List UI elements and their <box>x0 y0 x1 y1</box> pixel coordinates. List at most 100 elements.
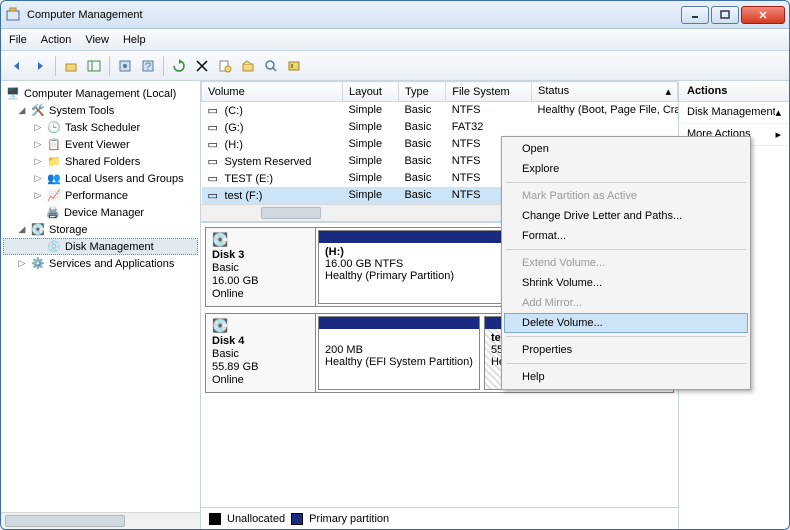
chevron-right-icon: ▸ <box>775 128 781 141</box>
tree-system-tools[interactable]: ◢🛠️System Tools <box>3 102 198 119</box>
tree-device-manager[interactable]: 🖨️Device Manager <box>3 204 198 221</box>
tree-local-users[interactable]: ▷👥Local Users and Groups <box>3 170 198 187</box>
menu-open[interactable]: Open <box>504 139 748 159</box>
expand-icon[interactable]: ▷ <box>33 156 43 167</box>
volume-icon: ▭ <box>208 138 222 151</box>
nav-tree[interactable]: 🖥️Computer Management (Local) ◢🛠️System … <box>1 81 201 529</box>
tree-event-viewer[interactable]: ▷📋Event Viewer <box>3 136 198 153</box>
app-window: Computer Management File Action View Hel… <box>0 0 790 530</box>
collapse-icon[interactable]: ◢ <box>17 224 27 235</box>
sort-icon: ▴ <box>665 85 671 98</box>
legend: Unallocated Primary partition <box>201 507 678 529</box>
expand-icon[interactable]: ▷ <box>33 122 43 133</box>
tree-services[interactable]: ▷⚙️Services and Applications <box>3 255 198 272</box>
disk-icon: 💽 <box>212 318 309 334</box>
volume-icon: ▭ <box>208 104 222 117</box>
expand-icon[interactable]: ▷ <box>17 258 27 269</box>
tree-disk-management[interactable]: 💿Disk Management <box>3 238 198 255</box>
expand-icon[interactable]: ▷ <box>33 173 43 184</box>
window-title: Computer Management <box>27 9 681 21</box>
options-button[interactable] <box>238 56 258 76</box>
up-button[interactable] <box>61 56 81 76</box>
col-volume[interactable]: Volume <box>202 82 343 102</box>
menu-shrink-volume[interactable]: Shrink Volume... <box>504 273 748 293</box>
maximize-button[interactable] <box>711 6 739 24</box>
col-fs[interactable]: File System <box>446 82 532 102</box>
users-icon: 👥 <box>46 171 62 187</box>
menu-explore[interactable]: Explore <box>504 159 748 179</box>
close-button[interactable] <box>741 6 785 24</box>
volume-icon: ▭ <box>208 155 222 168</box>
svg-text:?: ? <box>145 61 151 73</box>
menu-separator <box>506 182 746 183</box>
app-icon <box>5 7 21 23</box>
tree-task-scheduler[interactable]: ▷🕒Task Scheduler <box>3 119 198 136</box>
actions-context[interactable]: Disk Management▴ <box>679 102 789 124</box>
volume-icon: ▭ <box>208 189 222 202</box>
menu-separator <box>506 249 746 250</box>
menu-help[interactable]: Help <box>504 367 748 387</box>
delete-button[interactable] <box>192 56 212 76</box>
clock-icon: 🕒 <box>46 120 62 136</box>
menu-change-letter[interactable]: Change Drive Letter and Paths... <box>504 206 748 226</box>
perf-icon: 📈 <box>46 188 62 204</box>
view-settings-button[interactable] <box>115 56 135 76</box>
menu-format[interactable]: Format... <box>504 226 748 246</box>
disk-icon: 💽 <box>212 232 309 248</box>
menu-add-mirror: Add Mirror... <box>504 293 748 313</box>
menu-help[interactable]: Help <box>123 34 146 46</box>
expand-icon[interactable]: ▷ <box>33 139 43 150</box>
disk-header[interactable]: 💽 Disk 3 Basic 16.00 GB Online <box>206 228 316 306</box>
titlebar[interactable]: Computer Management <box>1 1 789 29</box>
forward-button[interactable] <box>30 56 50 76</box>
menu-mark-active: Mark Partition as Active <box>504 186 748 206</box>
refresh-button[interactable] <box>169 56 189 76</box>
back-button[interactable] <box>7 56 27 76</box>
col-status[interactable]: Status▴ <box>531 82 677 102</box>
properties-button[interactable] <box>215 56 235 76</box>
event-icon: 📋 <box>46 137 62 153</box>
tree-shared-folders[interactable]: ▷📁Shared Folders <box>3 153 198 170</box>
partition[interactable]: 200 MB Healthy (EFI System Partition) <box>318 316 480 390</box>
context-menu: Open Explore Mark Partition as Active Ch… <box>501 136 751 390</box>
services-icon: ⚙️ <box>30 256 46 272</box>
tree-scrollbar[interactable] <box>1 512 200 529</box>
volume-row[interactable]: ▭ (C:)SimpleBasicNTFSHealthy (Boot, Page… <box>202 102 678 119</box>
tree-root[interactable]: 🖥️Computer Management (Local) <box>3 85 198 102</box>
menu-file[interactable]: File <box>9 34 27 46</box>
chevron-up-icon: ▴ <box>775 106 781 119</box>
minimize-button[interactable] <box>681 6 709 24</box>
legend-swatch-unallocated <box>209 513 221 525</box>
menu-extend-volume: Extend Volume... <box>504 253 748 273</box>
actions-header: Actions <box>679 81 789 102</box>
tree-performance[interactable]: ▷📈Performance <box>3 187 198 204</box>
menu-separator <box>506 336 746 337</box>
disk-icon: 💿 <box>46 239 62 255</box>
volume-row[interactable]: ▭ (G:)SimpleBasicFAT32 <box>202 119 678 136</box>
volume-icon: ▭ <box>208 172 222 185</box>
menubar: File Action View Help <box>1 29 789 51</box>
action-button[interactable] <box>284 56 304 76</box>
computer-icon: 🖥️ <box>5 86 21 102</box>
menu-action[interactable]: Action <box>41 34 72 46</box>
menu-view[interactable]: View <box>85 34 109 46</box>
menu-properties[interactable]: Properties <box>504 340 748 360</box>
collapse-icon[interactable]: ◢ <box>17 105 27 116</box>
storage-icon: 💽 <box>30 222 46 238</box>
disk-header[interactable]: 💽 Disk 4 Basic 55.89 GB Online <box>206 314 316 392</box>
tools-icon: 🛠️ <box>30 103 46 119</box>
tree-storage[interactable]: ◢💽Storage <box>3 221 198 238</box>
folder-icon: 📁 <box>46 154 62 170</box>
legend-swatch-primary <box>291 513 303 525</box>
toolbar: ? <box>1 51 789 81</box>
expand-icon[interactable]: ▷ <box>33 190 43 201</box>
col-type[interactable]: Type <box>398 82 445 102</box>
find-button[interactable] <box>261 56 281 76</box>
menu-delete-volume[interactable]: Delete Volume... <box>504 313 748 333</box>
partition-stripe <box>319 317 479 329</box>
col-layout[interactable]: Layout <box>342 82 398 102</box>
device-icon: 🖨️ <box>45 205 61 221</box>
show-hide-tree-button[interactable] <box>84 56 104 76</box>
help-button[interactable]: ? <box>138 56 158 76</box>
volume-icon: ▭ <box>208 121 222 134</box>
